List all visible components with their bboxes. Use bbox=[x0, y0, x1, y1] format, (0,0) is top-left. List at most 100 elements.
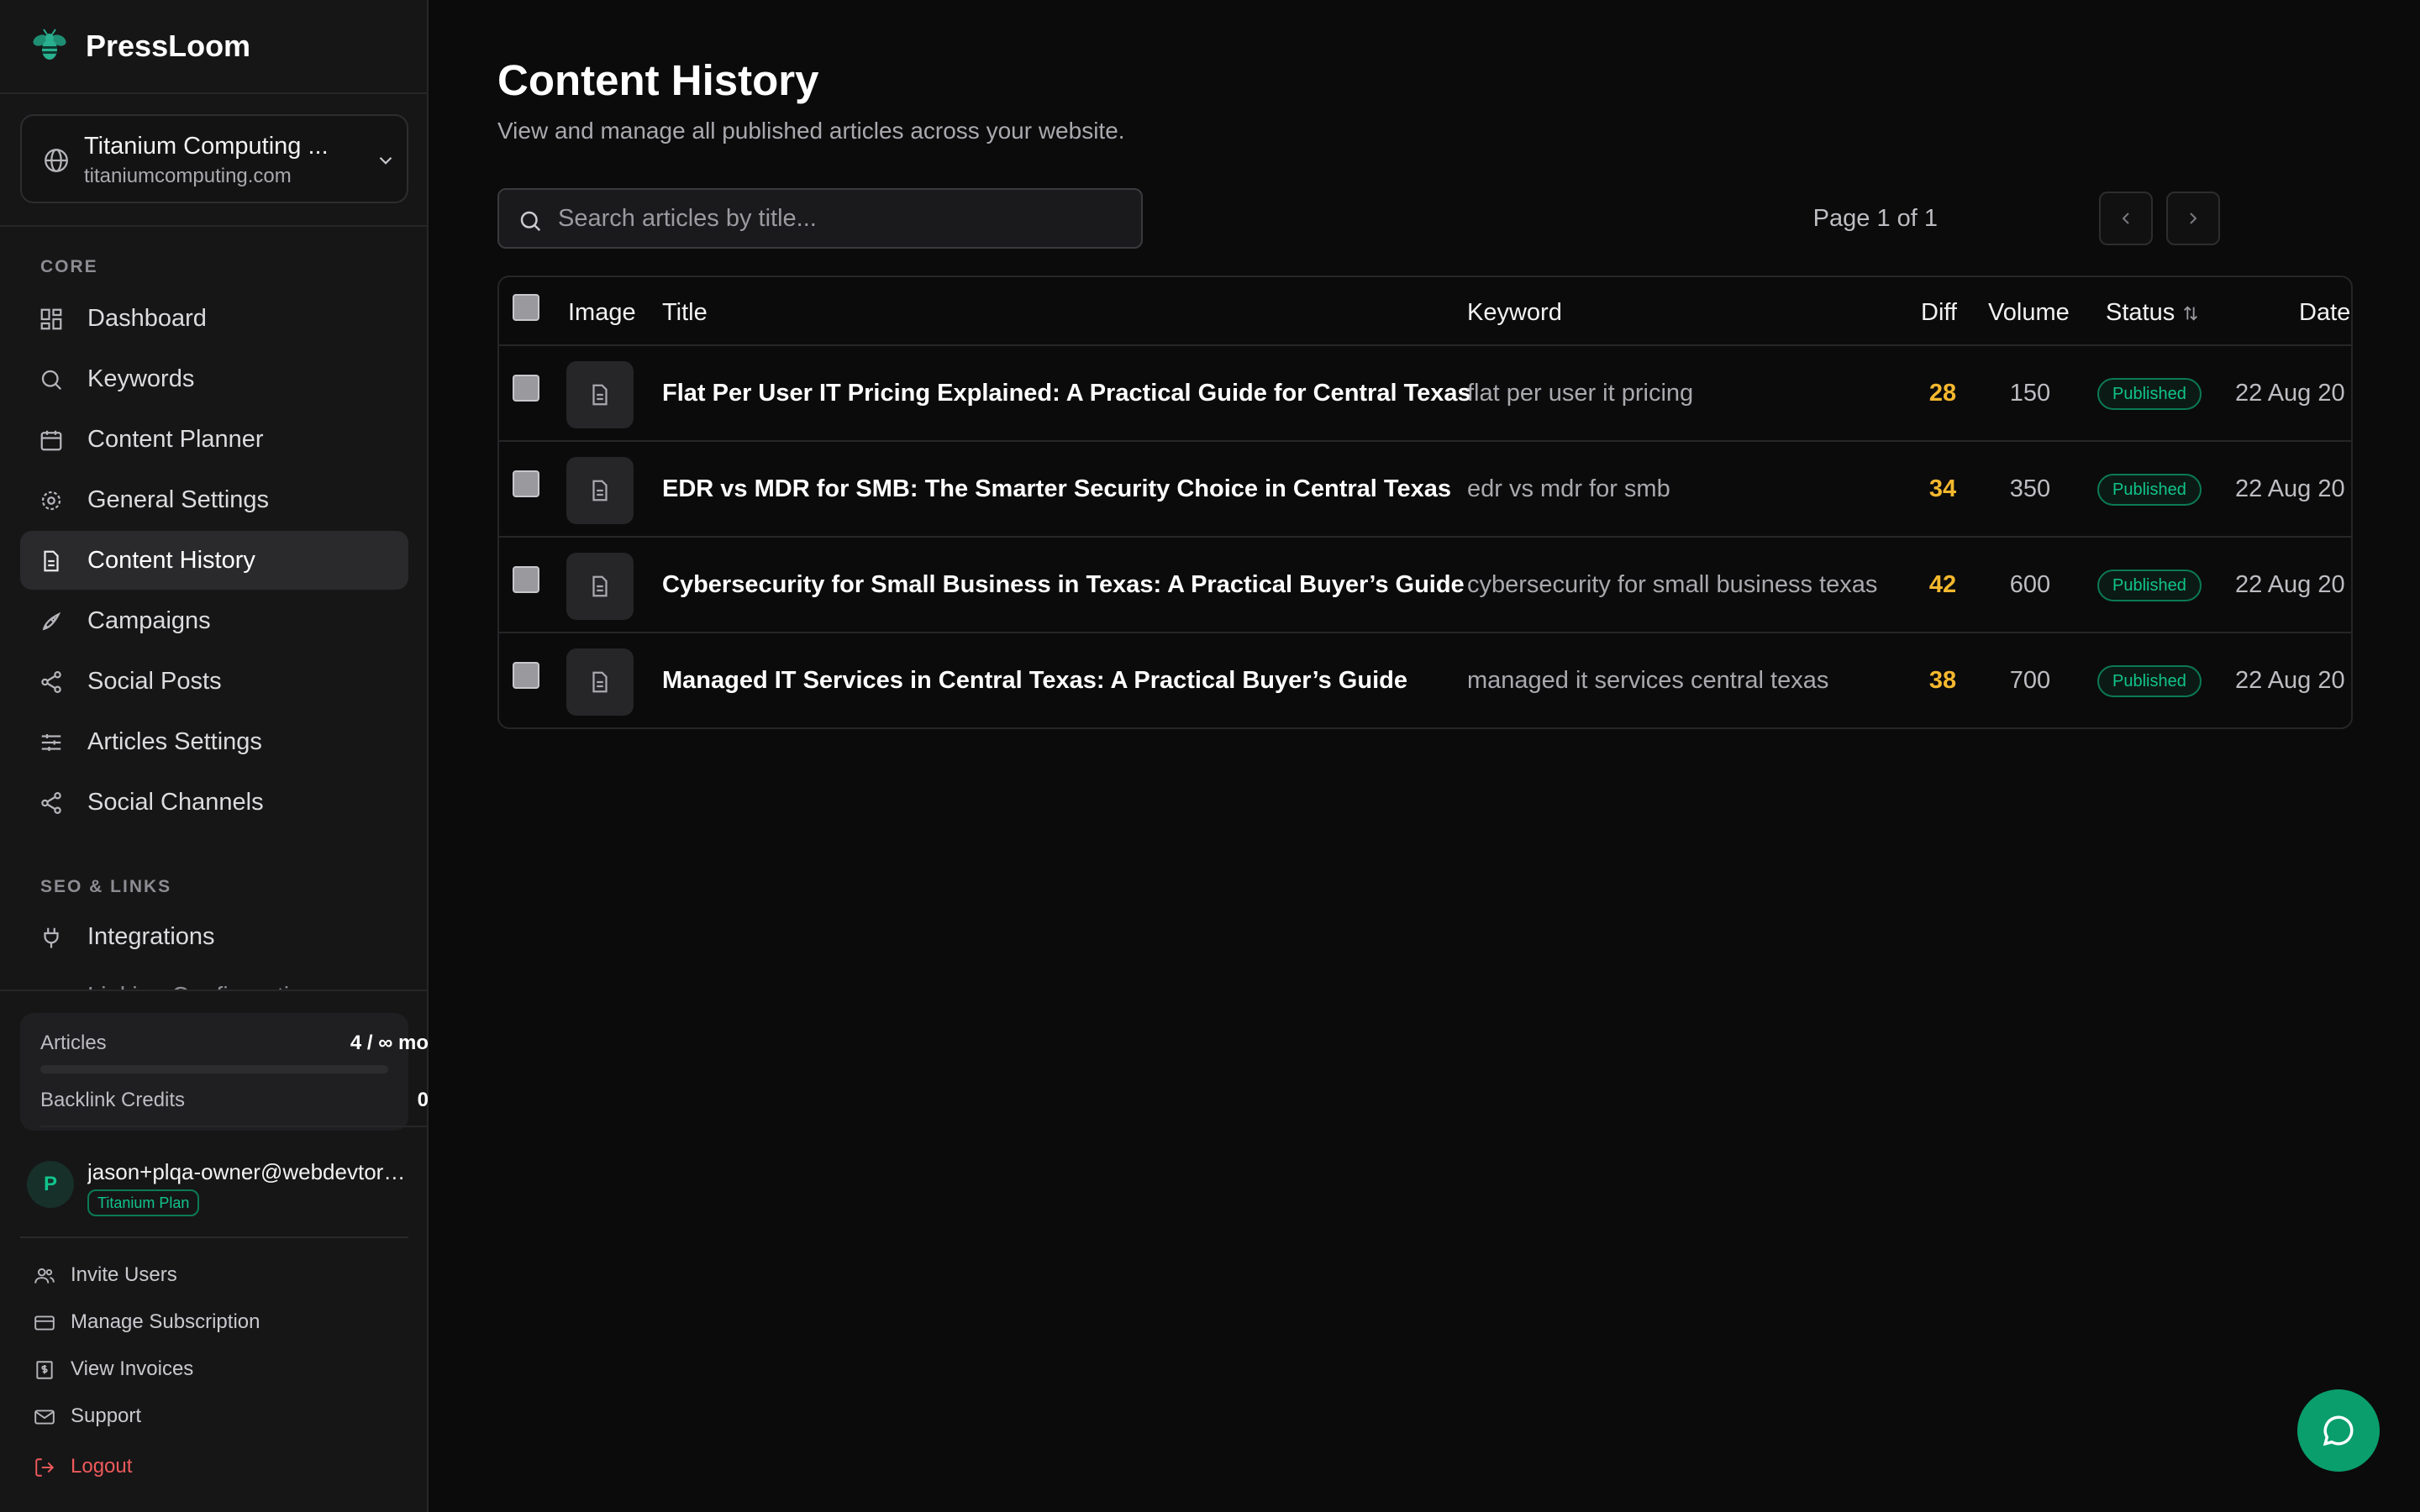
article-volume: 700 bbox=[2009, 667, 2051, 694]
sidebar: PressLoom Titanium Computing ... titaniu… bbox=[0, 0, 429, 1512]
sidebar-item-label: Dashboard bbox=[87, 304, 207, 332]
table-row[interactable]: Flat Per User IT Pricing Explained: A Pr… bbox=[499, 346, 2351, 442]
bottom-item-label: Support bbox=[71, 1404, 142, 1427]
mail-icon bbox=[34, 1406, 55, 1428]
file-text-icon bbox=[587, 382, 613, 407]
column-header-title[interactable]: Title bbox=[662, 299, 708, 327]
bottom-item-label: Logout bbox=[71, 1455, 133, 1478]
bottom-item-label: Invite Users bbox=[71, 1263, 177, 1286]
sidebar-item-integrations[interactable]: Integrations bbox=[20, 907, 408, 966]
calendar-icon bbox=[39, 428, 64, 453]
row-checkbox[interactable] bbox=[513, 470, 539, 497]
sidebar-item-social-channels[interactable]: Social Channels bbox=[20, 773, 408, 832]
article-difficulty: 38 bbox=[1928, 667, 1957, 694]
sliders-icon bbox=[39, 730, 64, 755]
status-badge: Published bbox=[2097, 665, 2202, 697]
table-row[interactable]: Managed IT Services in Central Texas: A … bbox=[499, 633, 2351, 727]
file-text-icon bbox=[587, 478, 613, 503]
column-header-volume[interactable]: Volume bbox=[1988, 299, 2070, 327]
sidebar-item-articles-settings[interactable]: Articles Settings bbox=[20, 712, 408, 771]
share-icon bbox=[39, 669, 64, 695]
sidebar-item-general-settings[interactable]: General Settings bbox=[20, 470, 408, 529]
article-difficulty: 28 bbox=[1928, 380, 1957, 407]
bee-logo-icon bbox=[30, 27, 69, 66]
column-header-status-label: Status bbox=[2106, 299, 2175, 326]
page-title: Content History bbox=[497, 56, 819, 104]
search-icon bbox=[39, 367, 64, 392]
column-header-keyword[interactable]: Keyword bbox=[1467, 299, 1562, 327]
sidebar-item-content-planner[interactable]: Content Planner bbox=[20, 410, 408, 469]
search-icon bbox=[518, 208, 543, 234]
table-row[interactable]: Cybersecurity for Small Business in Texa… bbox=[499, 538, 2351, 633]
column-header-status[interactable]: Status bbox=[2106, 299, 2200, 327]
article-title[interactable]: EDR vs MDR for SMB: The Smarter Security… bbox=[662, 475, 1451, 503]
document-icon bbox=[39, 549, 64, 574]
article-difficulty: 42 bbox=[1928, 571, 1957, 598]
column-header-date[interactable]: Date bbox=[2299, 299, 2350, 327]
row-checkbox[interactable] bbox=[513, 566, 539, 593]
article-title[interactable]: Flat Per User IT Pricing Explained: A Pr… bbox=[662, 380, 1471, 407]
article-volume: 150 bbox=[2009, 380, 2051, 407]
article-thumbnail bbox=[566, 361, 634, 428]
usage-card: Articles 4 / ∞ mo Backlink Credits 0 bbox=[20, 1013, 429, 1131]
gear-icon bbox=[39, 488, 64, 513]
table-header: Image Title Keyword Diff Volume Status D… bbox=[499, 277, 2351, 346]
article-date: 22 Aug 20 bbox=[2235, 380, 2345, 407]
rocket-icon bbox=[39, 609, 64, 634]
logout-icon bbox=[34, 1457, 55, 1478]
sidebar-item-clipped[interactable]: Linking Configuration bbox=[0, 974, 427, 990]
bottom-item-label: Manage Subscription bbox=[71, 1310, 260, 1333]
next-page-button[interactable] bbox=[2166, 192, 2220, 245]
chat-button[interactable] bbox=[2297, 1389, 2380, 1472]
sidebar-item-label: Linking Configuration bbox=[87, 983, 316, 990]
article-date: 22 Aug 20 bbox=[2235, 571, 2345, 598]
brand[interactable]: PressLoom bbox=[30, 25, 250, 67]
divider bbox=[0, 92, 427, 94]
page-subtitle: View and manage all published articles a… bbox=[497, 118, 1125, 144]
plan-badge: Titanium Plan bbox=[87, 1189, 200, 1216]
status-badge: Published bbox=[2097, 474, 2202, 506]
sidebar-item-label: Articles Settings bbox=[87, 727, 262, 755]
sidebar-item-label: Keywords bbox=[87, 365, 195, 392]
chevron-left-icon bbox=[2116, 208, 2136, 228]
article-keyword: edr vs mdr for smb bbox=[1467, 475, 1670, 502]
article-keyword: flat per user it pricing bbox=[1467, 380, 1694, 407]
select-all-checkbox[interactable] bbox=[513, 294, 539, 321]
article-date: 22 Aug 20 bbox=[2235, 667, 2345, 694]
table-row[interactable]: EDR vs MDR for SMB: The Smarter Security… bbox=[499, 442, 2351, 538]
sidebar-item-dashboard[interactable]: Dashboard bbox=[20, 289, 408, 348]
sidebar-item-label: Content History bbox=[87, 546, 255, 574]
user-profile[interactable]: P jason+plqa-owner@webdevtoronto.com Tit… bbox=[27, 1159, 407, 1218]
sidebar-item-keywords[interactable]: Keywords bbox=[20, 349, 408, 408]
sidebar-item-label: Social Channels bbox=[87, 788, 264, 816]
prev-page-button[interactable] bbox=[2099, 192, 2153, 245]
file-text-icon bbox=[587, 574, 613, 599]
users-icon bbox=[34, 1265, 55, 1287]
section-label-seo: SEO & LINKS bbox=[40, 877, 172, 896]
column-header-diff[interactable]: Diff bbox=[1921, 299, 1957, 327]
article-volume: 600 bbox=[2009, 571, 2051, 598]
status-badge: Published bbox=[2097, 570, 2202, 601]
sidebar-item-content-history[interactable]: Content History bbox=[20, 531, 408, 590]
search-input[interactable] bbox=[558, 198, 1129, 239]
search-box[interactable] bbox=[497, 188, 1143, 249]
article-title[interactable]: Managed IT Services in Central Texas: A … bbox=[662, 667, 1407, 695]
divider bbox=[0, 990, 427, 991]
globe-icon bbox=[42, 146, 71, 175]
article-title[interactable]: Cybersecurity for Small Business in Texa… bbox=[662, 571, 1465, 599]
article-thumbnail bbox=[566, 553, 634, 620]
article-volume: 350 bbox=[2009, 475, 2051, 502]
chevron-down-icon bbox=[375, 150, 397, 171]
sidebar-item-campaigns[interactable]: Campaigns bbox=[20, 591, 408, 650]
dashboard-icon bbox=[39, 307, 64, 332]
share-icon bbox=[39, 790, 64, 816]
row-checkbox[interactable] bbox=[513, 375, 539, 402]
row-checkbox[interactable] bbox=[513, 662, 539, 689]
site-name: Titanium Computing ... bbox=[84, 133, 329, 160]
site-selector[interactable]: Titanium Computing ... titaniumcomputing… bbox=[20, 114, 408, 203]
sidebar-item-social-posts[interactable]: Social Posts bbox=[20, 652, 408, 711]
credit-card-icon bbox=[34, 1312, 55, 1334]
status-badge: Published bbox=[2097, 378, 2202, 410]
chevron-right-icon bbox=[2183, 208, 2203, 228]
sidebar-item-label: Social Posts bbox=[87, 667, 222, 695]
